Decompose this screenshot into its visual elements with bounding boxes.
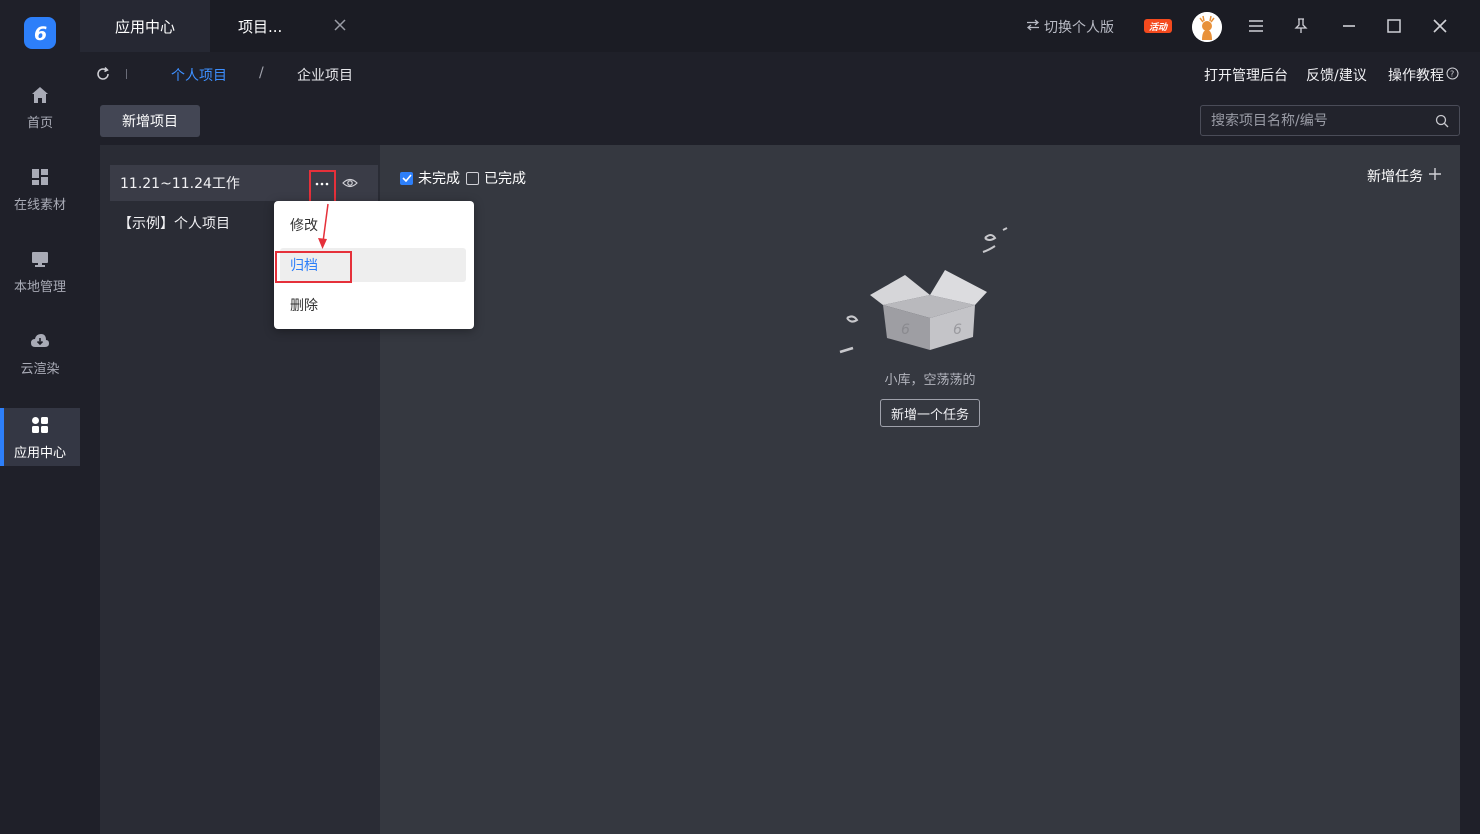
rail-item-cloud-render[interactable]: 云渲染 — [0, 322, 80, 384]
cloud-icon — [29, 330, 51, 352]
monitor-icon — [29, 248, 51, 270]
apps-icon — [29, 414, 51, 436]
menu-item-delete[interactable]: 删除 — [280, 288, 466, 322]
menu-icon[interactable] — [1247, 17, 1265, 35]
grid-icon — [29, 166, 51, 188]
tab-projects[interactable]: 项目... — [210, 0, 360, 52]
pin-icon[interactable] — [1292, 17, 1310, 35]
left-rail: 6 首页 在线素材 本地管理 云渲染 应用中心 — [0, 0, 80, 834]
tutorial-label: 操作教程 — [1388, 68, 1444, 84]
checkbox-unchecked-icon — [466, 171, 479, 185]
close-window-icon[interactable] — [1431, 17, 1449, 35]
maximize-icon[interactable] — [1385, 17, 1403, 35]
project-name: 【示例】个人项目 — [118, 216, 230, 232]
menu-item-edit[interactable]: 修改 — [280, 208, 466, 242]
home-icon — [29, 84, 51, 106]
tab-app-center[interactable]: 应用中心 — [80, 0, 210, 52]
filter-label: 已完成 — [484, 171, 526, 187]
add-task-button[interactable]: 新增任务 — [1367, 166, 1441, 186]
feedback-link[interactable]: 反馈/建议 — [1306, 65, 1367, 85]
tab-label: 应用中心 — [114, 17, 175, 36]
switch-personal-button[interactable]: 切换个人版 — [1026, 17, 1114, 37]
tab-label: 项目... — [238, 17, 283, 36]
breadcrumb-bar: 个人项目 / 企业项目 打开管理后台 反馈/建议 操作教程 ? — [80, 52, 1480, 96]
svg-text:6: 6 — [901, 322, 910, 338]
app-logo-icon: 6 — [24, 17, 56, 49]
minimize-icon[interactable] — [1340, 16, 1358, 34]
rail-item-label: 在线素材 — [13, 197, 66, 213]
rail-item-online-assets[interactable]: 在线素材 — [0, 158, 80, 220]
highlight-box — [309, 170, 336, 203]
tab-enterprise-projects[interactable]: 企业项目 — [297, 65, 353, 85]
tab-personal-projects[interactable]: 个人项目 — [171, 65, 227, 85]
checkbox-checked-icon — [400, 171, 413, 185]
help-icon: ? — [1446, 67, 1459, 84]
filter-complete-checkbox[interactable]: 已完成 — [466, 168, 526, 188]
event-badge[interactable]: 活动 — [1144, 19, 1172, 33]
add-project-button[interactable]: 新增项目 — [100, 105, 200, 137]
avatar[interactable] — [1192, 12, 1222, 42]
open-admin-link[interactable]: 打开管理后台 — [1204, 65, 1288, 85]
breadcrumb-separator: / — [259, 65, 264, 81]
project-name: 11.21~11.24工作 — [120, 176, 240, 192]
rail-item-app-center[interactable]: 应用中心 — [0, 408, 80, 466]
rail-item-local-management[interactable]: 本地管理 — [0, 240, 80, 302]
empty-box-illustration: 6 6 — [839, 227, 1008, 354]
search-icon[interactable] — [1435, 114, 1449, 128]
svg-text:6: 6 — [34, 23, 47, 44]
filter-label: 未完成 — [418, 171, 460, 187]
add-first-task-button[interactable]: 新增一个任务 — [880, 399, 980, 427]
rail-item-label: 应用中心 — [13, 445, 66, 461]
svg-text:6: 6 — [953, 322, 962, 338]
switch-label: 切换个人版 — [1044, 20, 1114, 36]
highlight-box — [275, 251, 352, 283]
rail-item-home[interactable]: 首页 — [0, 76, 80, 138]
search-box — [1200, 105, 1460, 136]
eye-icon[interactable] — [342, 176, 358, 190]
refresh-icon[interactable] — [95, 66, 111, 82]
search-input[interactable] — [1211, 111, 1426, 131]
close-tab-icon[interactable] — [332, 17, 348, 33]
task-panel: 未完成 已完成 新增任务 6 6 小库，空荡荡的 新增一个任务 — [380, 145, 1460, 834]
filter-incomplete-checkbox[interactable]: 未完成 — [400, 168, 460, 188]
rail-item-label: 本地管理 — [13, 279, 66, 295]
divider — [126, 69, 127, 79]
empty-state-text: 小库，空荡荡的 — [884, 373, 976, 388]
title-bar: 应用中心 项目... 切换个人版 活动 — [80, 0, 1480, 52]
rail-item-label: 云渲染 — [20, 361, 60, 377]
tutorial-link[interactable]: 操作教程 ? — [1388, 65, 1459, 85]
add-task-label: 新增任务 — [1367, 169, 1423, 185]
rail-item-label: 首页 — [26, 115, 53, 131]
swap-icon — [1026, 19, 1040, 35]
svg-text:?: ? — [1450, 69, 1454, 78]
plus-icon — [1429, 168, 1441, 184]
project-item[interactable]: 11.21~11.24工作 — [110, 165, 378, 201]
